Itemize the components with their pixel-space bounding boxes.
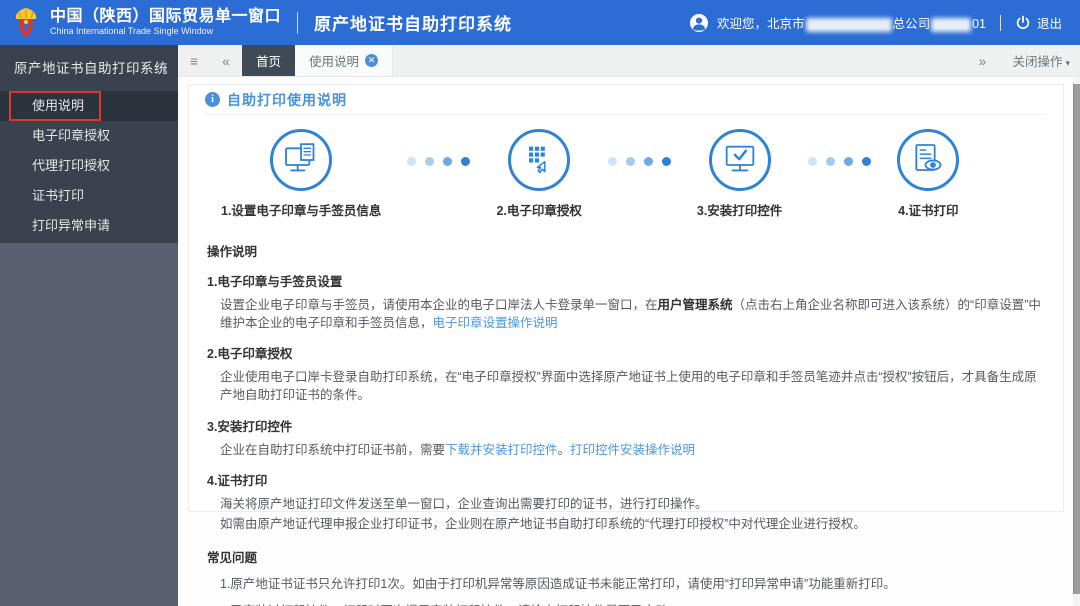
user-city: 北京市 <box>767 17 805 31</box>
faq-item-1: 1.原产地证书证书只允许打印1次。如由于打印机异常等原因造成证书未能正常打印，请… <box>220 576 896 591</box>
tab-close-icon[interactable]: ✕ <box>365 54 379 67</box>
panel-header: i 自助打印使用说明 <box>205 85 1047 115</box>
tabbar-spacer <box>393 45 966 76</box>
welcome-text: 欢迎您，北京市 总公司 01 <box>717 13 986 32</box>
section-4-line2: 如需由原产地证代理申报企业打印证书，企业则在原产地证书自助打印系统的“代理打印授… <box>220 516 866 531</box>
sidebar-item-eseal-authorization[interactable]: 电子印章授权 <box>0 121 178 151</box>
dots-separator <box>808 157 872 166</box>
step-3-install-print-control: 3.安装打印控件 <box>697 129 782 219</box>
sidebar-title: 原产地证书自助打印系统 ‹ <box>0 45 178 91</box>
section-1-text: 设置企业电子印章与手签员，请使用本企业的电子口岸法人卡登录单一窗口，在 <box>220 298 658 312</box>
brand-area: 中国（陕西）国际贸易单一窗口 China International Trade… <box>10 6 512 40</box>
dots-separator <box>607 157 671 166</box>
panel-title: 自助打印使用说明 <box>227 91 347 108</box>
section-2-body: 企业使用电子口岸卡登录自助打印系统，在“电子印章授权”界面中选择原产地证书上使用… <box>220 370 1037 403</box>
welcome-prefix: 欢迎您， <box>717 17 768 31</box>
download-print-control-link[interactable]: 下载并安装打印控件 <box>445 443 558 457</box>
close-operations-dropdown[interactable]: 关闭操作 ▾ <box>1012 51 1070 70</box>
main-area: ≡ « 首页 使用说明 ✕ » 关闭操作 ▾ i 自助打印使用说明 1.设置电子… <box>178 45 1080 606</box>
tab-usage-instructions[interactable]: 使用说明 ✕ <box>295 45 394 76</box>
faq-heading: 常见问题 <box>207 550 258 565</box>
step-label: 3.安装打印控件 <box>696 204 783 218</box>
sidebar-item-label: 使用说明 <box>32 97 85 113</box>
tab-home[interactable]: 首页 <box>242 45 296 76</box>
section-3-text: 企业在自助打印系统中打印证书前，需要 <box>220 442 446 457</box>
sidebar-item-label: 证书打印 <box>32 187 85 203</box>
top-header: 中国（陕西）国际贸易单一窗口 China International Trade… <box>0 0 1080 45</box>
ops-heading: 操作说明 <box>207 245 258 259</box>
sidebar-collapse-icon[interactable]: ‹ <box>164 61 169 78</box>
tabbar-right-controls: » 关闭操作 ▾ <box>966 45 1080 76</box>
tabs-scroll-right-icon[interactable]: » <box>966 53 998 69</box>
sidebar-menu: 使用说明 电子印章授权 代理打印授权 证书打印 打印异常申请 <box>0 90 178 243</box>
section-3-body: 企业在自助打印系统中打印证书前，需要下载并安装打印控件。打印控件安装操作说明 <box>207 441 1045 459</box>
section-1-title: 1.电子印章与手签员设置 <box>207 275 343 289</box>
section-4-title: 4.证书打印 <box>207 473 268 488</box>
print-control-install-guide-link[interactable]: 打印控件安装操作说明 <box>570 443 695 457</box>
section-1-body: 设置企业电子印章与手签员，请使用本企业的电子口岸法人卡登录单一窗口，在用户管理系… <box>207 296 1045 332</box>
scrollbar-thumb[interactable] <box>1073 84 1080 594</box>
menu-toggle-icon[interactable]: ≡ <box>178 45 210 76</box>
step-4-certificate-print: 4.证书打印 <box>897 129 960 219</box>
brand-subtitle: China International Trade Single Window <box>50 26 214 37</box>
user-divider <box>999 14 1001 31</box>
user-account-number: 01 <box>972 17 986 31</box>
power-icon[interactable] <box>1015 15 1031 31</box>
step-1-setup-eseal: 1.设置电子印章与手签员信息 <box>221 129 381 219</box>
page-title: 原产地证书自助打印系统 <box>314 15 513 34</box>
body-layout: 原产地证书自助打印系统 ‹ 使用说明 电子印章授权 代理打印授权 证书打印 打印… <box>0 45 1080 606</box>
header-divider <box>297 11 299 34</box>
app-window: 中国（陕西）国际贸易单一窗口 China International Trade… <box>0 0 1080 606</box>
tab-label: 首页 <box>256 55 282 69</box>
sidebar-item-usage-instructions[interactable]: 使用说明 <box>0 90 178 121</box>
info-icon: i <box>205 92 220 107</box>
redacted-account <box>931 17 972 32</box>
brand-title: 中国（陕西）国际贸易单一窗口 <box>50 7 282 25</box>
operation-instructions: 操作说明 1.电子印章与手签员设置 设置企业电子印章与手签员，请使用本企业的电子… <box>205 223 1047 606</box>
redacted-company-name <box>805 17 892 32</box>
sidebar-top: 原产地证书自助打印系统 ‹ 使用说明 电子印章授权 代理打印授权 证书打印 打印… <box>0 45 178 243</box>
tab-bar: ≡ « 首页 使用说明 ✕ » 关闭操作 ▾ <box>178 45 1080 77</box>
dots-separator <box>407 157 471 166</box>
user-area: 欢迎您，北京市 总公司 01 退出 <box>689 13 1062 33</box>
sidebar-item-label: 电子印章授权 <box>32 127 111 143</box>
user-company-suffix: 总公司 <box>892 17 931 31</box>
sidebar-item-label: 代理打印授权 <box>32 157 111 173</box>
sidebar-item-certificate-print[interactable]: 证书打印 <box>0 181 178 211</box>
sidebar: 原产地证书自助打印系统 ‹ 使用说明 电子印章授权 代理打印授权 证书打印 打印… <box>0 45 178 606</box>
steps-row: 1.设置电子印章与手签员信息 2.电子印章授权 3.安装打印控件 4.证书打印 <box>205 115 1047 223</box>
brand-text: 中国（陕西）国际贸易单一窗口 China International Trade… <box>50 8 281 37</box>
section-3-text: 。 <box>557 442 571 457</box>
content-area: i 自助打印使用说明 1.设置电子印章与手签员信息 2.电子印章授权 3.安装打… <box>178 77 1080 606</box>
monitor-check-icon <box>708 129 771 191</box>
section-4-line1: 海关将原产地证打印文件发送至单一窗口，企业查询出需要打印的证书，进行打印操作。 <box>220 496 708 511</box>
sidebar-item-agent-print-authorization[interactable]: 代理打印授权 <box>0 151 178 181</box>
monitor-document-icon <box>270 129 333 191</box>
single-window-logo-icon <box>15 7 37 37</box>
sidebar-filler <box>0 242 178 606</box>
eseal-setup-guide-link[interactable]: 电子印章设置操作说明 <box>433 316 558 330</box>
document-eye-icon <box>897 129 960 191</box>
grid-hand-icon <box>508 129 571 191</box>
user-avatar-icon <box>690 13 709 32</box>
chevron-down-icon: ▾ <box>1065 58 1070 68</box>
instructions-panel: i 自助打印使用说明 1.设置电子印章与手签员信息 2.电子印章授权 3.安装打… <box>188 84 1064 606</box>
step-label: 1.设置电子印章与手签员信息 <box>221 204 382 218</box>
sidebar-item-label: 打印异常申请 <box>32 217 111 233</box>
sidebar-item-print-exception-request[interactable]: 打印异常申请 <box>0 211 178 241</box>
section-2-title: 2.电子印章授权 <box>207 347 293 362</box>
sidebar-title-text: 原产地证书自助打印系统 <box>14 61 168 76</box>
section-3-title: 3.安装打印控件 <box>207 419 293 434</box>
logout-button[interactable]: 退出 <box>1037 13 1062 32</box>
step-label: 4.证书打印 <box>898 204 959 218</box>
vertical-scrollbar <box>1073 78 1080 606</box>
step-label: 2.电子印章授权 <box>496 204 582 218</box>
close-operations-label: 关闭操作 <box>1012 55 1063 69</box>
step-2-eseal-authorization: 2.电子印章授权 <box>496 129 582 219</box>
tabs-scroll-left-icon[interactable]: « <box>210 45 242 76</box>
tab-label: 使用说明 <box>309 55 360 69</box>
section-1-bold-text: 用户管理系统 <box>657 298 733 312</box>
